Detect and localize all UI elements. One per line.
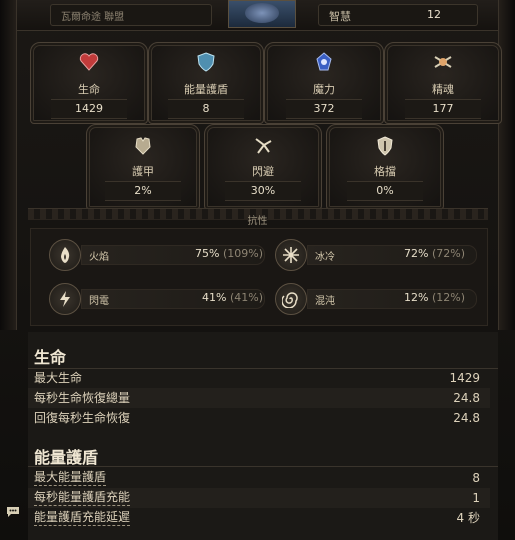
fire-icon bbox=[49, 239, 81, 271]
chaos-resistance-label: 混沌 bbox=[315, 296, 335, 307]
cold-resistance-current: 72% bbox=[404, 247, 429, 260]
stat-row-life-regen[interactable]: 回復每秒生命恢復 24.8 bbox=[28, 408, 490, 428]
stat-row-max-life[interactable]: 最大生命 1429 bbox=[28, 368, 490, 388]
character-portrait[interactable] bbox=[228, 0, 296, 28]
chaos-icon bbox=[275, 283, 307, 315]
energy-shield-value: 8 bbox=[168, 99, 244, 119]
life-section-title: 生命 bbox=[34, 348, 67, 367]
stat-value: 24.8 bbox=[453, 411, 480, 425]
fire-resistance-current: 75% bbox=[195, 247, 220, 260]
resistances-title: 抗性 bbox=[247, 216, 268, 227]
block-value: 0% bbox=[347, 181, 423, 201]
stat-key: 每秒生命恢復總量 bbox=[34, 391, 131, 405]
stat-row-max-es[interactable]: 最大能量護盾 8 bbox=[28, 468, 490, 488]
character-stats-panel: 瓦爾命途 聯盟 智慧 12 生命 1429 能量護盾 8 魔力 372 精魂 1… bbox=[0, 0, 515, 540]
left-frame-rail bbox=[0, 0, 17, 330]
armour-stat-frame[interactable]: 護甲 2% bbox=[86, 124, 200, 210]
lightning-resistance-label: 閃電 bbox=[89, 296, 109, 307]
energy-shield-stat-frame[interactable]: 能量護盾 8 bbox=[148, 42, 264, 124]
lightning-resistance-max: (41%) bbox=[229, 291, 263, 304]
armour-label: 護甲 bbox=[132, 165, 154, 178]
energy-shield-section-underline bbox=[28, 466, 498, 467]
stat-key: 每秒能量護盾充能 bbox=[34, 490, 131, 506]
intelligence-stat: 智慧 12 bbox=[318, 4, 478, 26]
fire-resistance-value: 75% (109%) bbox=[195, 247, 263, 260]
stat-value: 24.8 bbox=[453, 391, 480, 405]
life-stat-frame[interactable]: 生命 1429 bbox=[30, 42, 148, 124]
evasion-icon bbox=[250, 133, 276, 159]
cold-resistance-value: 72% (72%) bbox=[404, 247, 465, 260]
heart-icon bbox=[76, 49, 102, 75]
life-label: 生命 bbox=[78, 83, 100, 96]
spirit-icon bbox=[430, 49, 456, 75]
armour-icon bbox=[130, 133, 156, 159]
shield-icon bbox=[193, 49, 219, 75]
cold-resistance[interactable]: 冰冷 72% (72%) bbox=[275, 239, 477, 271]
stat-row-es-recharge-delay[interactable]: 能量護盾充能延遲 4 秒 bbox=[28, 508, 490, 528]
stat-value: 8 bbox=[472, 471, 480, 485]
evasion-value: 30% bbox=[225, 181, 301, 201]
stat-value: 1429 bbox=[449, 371, 480, 385]
chat-bubble-icon[interactable] bbox=[6, 503, 20, 517]
lightning-resistance[interactable]: 閃電 41% (41%) bbox=[49, 283, 265, 315]
block-icon bbox=[372, 133, 398, 159]
chaos-resistance[interactable]: 混沌 12% (12%) bbox=[275, 283, 477, 315]
stat-key: 最大能量護盾 bbox=[34, 470, 107, 486]
lightning-resistance-value: 41% (41%) bbox=[202, 291, 263, 304]
cold-resistance-max: (72%) bbox=[431, 247, 465, 260]
stat-key: 最大生命 bbox=[34, 371, 83, 385]
evasion-stat-frame[interactable]: 閃避 30% bbox=[204, 124, 322, 210]
stat-key: 回復每秒生命恢復 bbox=[34, 411, 131, 425]
block-stat-frame[interactable]: 格擋 0% bbox=[326, 124, 444, 210]
stat-row-life-regen-total[interactable]: 每秒生命恢復總量 24.8 bbox=[28, 388, 490, 408]
mana-icon bbox=[311, 49, 337, 75]
lightning-icon bbox=[49, 283, 81, 315]
fire-resistance-max: (109%) bbox=[222, 247, 263, 260]
armour-value: 2% bbox=[105, 181, 181, 201]
chaos-resistance-current: 12% bbox=[404, 291, 429, 304]
chaos-resistance-value: 12% (12%) bbox=[404, 291, 465, 304]
mana-label: 魔力 bbox=[313, 83, 335, 96]
mana-stat-frame[interactable]: 魔力 372 bbox=[264, 42, 384, 124]
spirit-label: 精魂 bbox=[432, 83, 454, 96]
league-label: 瓦爾命途 聯盟 bbox=[50, 4, 212, 26]
stat-details-panel: 生命 最大生命 1429 每秒生命恢復總量 24.8 回復每秒生命恢復 24.8… bbox=[28, 332, 498, 540]
fire-resistance[interactable]: 火焰 75% (109%) bbox=[49, 239, 265, 271]
cold-resistance-label: 冰冷 bbox=[315, 252, 335, 263]
evasion-label: 閃避 bbox=[252, 165, 274, 178]
spirit-value: 177 bbox=[405, 99, 481, 119]
stat-row-es-recharge[interactable]: 每秒能量護盾充能 1 bbox=[28, 488, 490, 508]
intelligence-label: 智慧 bbox=[329, 10, 351, 23]
fire-resistance-label: 火焰 bbox=[89, 252, 109, 263]
stat-value: 4 秒 bbox=[456, 511, 480, 525]
league-text: 瓦爾命途 聯盟 bbox=[61, 12, 125, 23]
mana-value: 372 bbox=[286, 99, 362, 119]
chaos-resistance-max: (12%) bbox=[431, 291, 465, 304]
spirit-stat-frame[interactable]: 精魂 177 bbox=[384, 42, 502, 124]
energy-shield-section-title: 能量護盾 bbox=[34, 448, 99, 467]
top-bar: 瓦爾命途 聯盟 智慧 12 bbox=[0, 0, 515, 31]
life-value: 1429 bbox=[51, 99, 127, 119]
lightning-resistance-current: 41% bbox=[202, 291, 227, 304]
resistances-panel: 火焰 75% (109%) 冰冷 72% (72%) 閃電 41% (41%) … bbox=[30, 228, 488, 326]
block-label: 格擋 bbox=[374, 165, 396, 178]
intelligence-value: 12 bbox=[427, 8, 441, 21]
cold-icon bbox=[275, 239, 307, 271]
energy-shield-label: 能量護盾 bbox=[184, 83, 228, 96]
stat-value: 1 bbox=[472, 491, 480, 505]
stat-key: 能量護盾充能延遲 bbox=[34, 510, 131, 526]
